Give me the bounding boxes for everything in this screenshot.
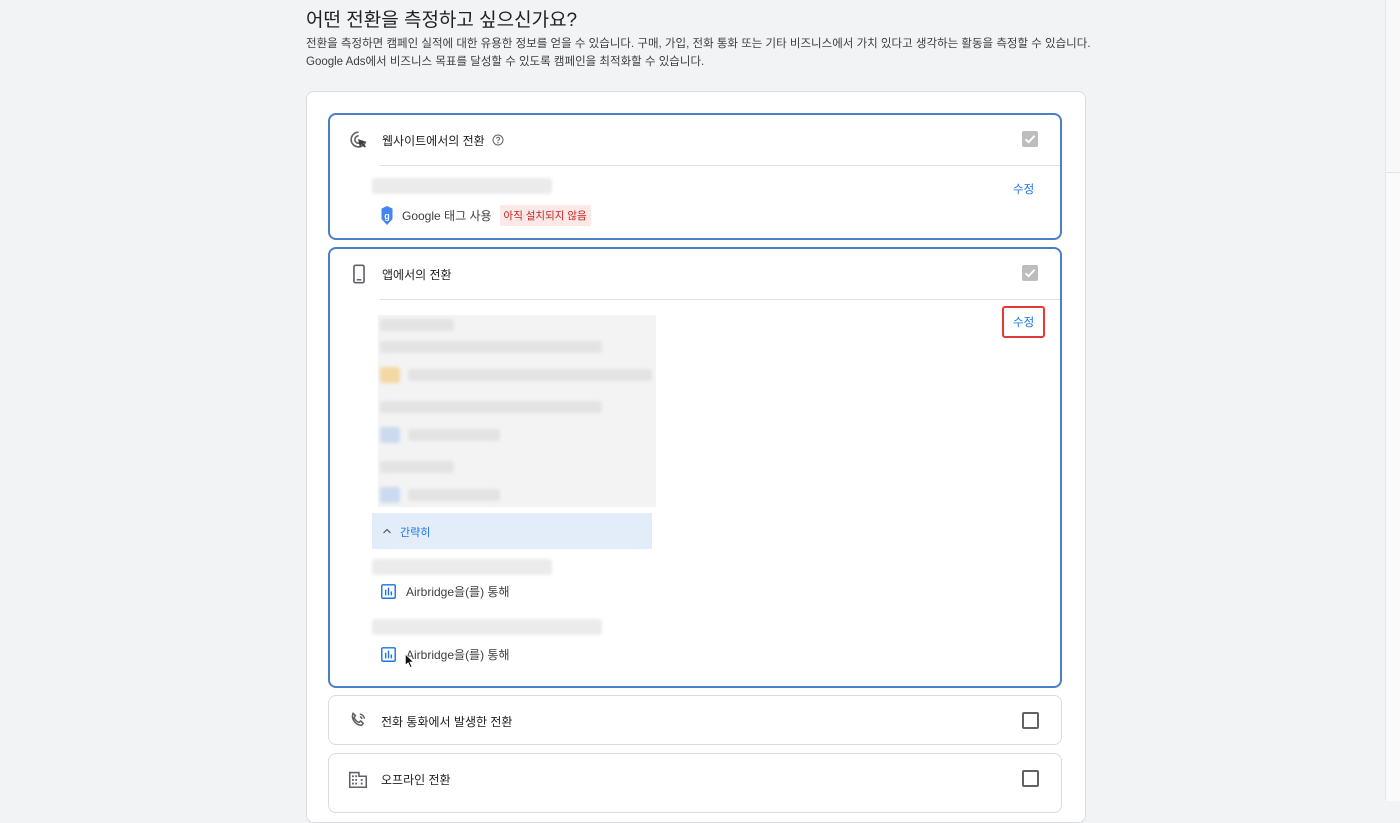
checkbox-website[interactable]	[1022, 131, 1038, 147]
redacted-icon	[380, 367, 400, 383]
integration-label: Airbridge을(를) 통해	[406, 648, 510, 662]
redacted-text	[380, 319, 454, 331]
redacted-text	[380, 401, 602, 413]
option-card-phone[interactable]: 전화 통화에서 발생한 전환	[328, 695, 1062, 745]
building-icon	[348, 771, 368, 789]
chevron-up-icon	[383, 528, 391, 534]
phone-call-icon	[351, 712, 366, 727]
checkbox-offline[interactable]	[1022, 770, 1039, 787]
card-header[interactable]: 앱에서의 전환	[330, 249, 1060, 299]
edit-button[interactable]: 수정	[1002, 306, 1046, 338]
integration-row: Airbridge을(를) 통해	[380, 646, 510, 663]
help-icon[interactable]	[492, 134, 504, 146]
divider	[380, 165, 1060, 166]
option-title: 오프라인 전환	[381, 773, 451, 787]
collapse-button[interactable]: 간략히	[372, 513, 652, 549]
status-badge: 아직 설치되지 않음	[499, 204, 591, 226]
svg-text:g: g	[384, 211, 390, 221]
redacted-text	[380, 341, 602, 353]
card-header[interactable]: 오프라인 전환	[329, 754, 1061, 804]
collapse-label: 간략히	[400, 527, 431, 539]
cursor-click-icon	[350, 131, 367, 148]
redacted-text	[408, 489, 500, 501]
option-card-app[interactable]: 앱에서의 전환 수정 간략히 Airbridge을(를) 통해 Airbridg…	[328, 247, 1062, 688]
redacted-icon	[380, 487, 400, 503]
mouse-pointer-icon	[404, 653, 415, 669]
card-header[interactable]: 전화 통화에서 발생한 전환	[329, 696, 1061, 746]
page-title: 어떤 전환을 측정하고 싶으신가요?	[306, 10, 578, 31]
divider	[380, 299, 1060, 300]
google-tag-status-row: g Google 태그 사용 아직 설치되지 않음	[380, 204, 591, 226]
page-description: 전환을 측정하면 캠페인 실적에 대한 유용한 정보를 얻을 수 있습니다. 구…	[306, 38, 1091, 68]
option-title: 전화 통화에서 발생한 전환	[381, 715, 513, 729]
redacted-website-url	[372, 178, 552, 194]
analytics-chart-icon	[381, 584, 396, 599]
analytics-chart-icon	[381, 647, 396, 662]
smartphone-icon	[353, 264, 365, 284]
integration-label: Airbridge을(를) 통해	[406, 585, 510, 599]
scrollbar[interactable]	[1385, 0, 1400, 801]
redacted-text	[380, 461, 454, 473]
redacted-icon	[380, 427, 400, 443]
card-header[interactable]: 웹사이트에서의 전환	[330, 115, 1060, 165]
redacted-text	[408, 429, 500, 441]
integration-row: Airbridge을(를) 통해	[380, 583, 510, 600]
option-card-website[interactable]: 웹사이트에서의 전환 수정 g Google 태그 사용 아직 설치되지 않음	[328, 113, 1062, 240]
scrollbar-track[interactable]	[1386, 172, 1400, 801]
google-tag-icon: g	[381, 205, 393, 225]
redacted-text	[372, 559, 552, 575]
redacted-text	[372, 619, 602, 635]
checkbox-phone[interactable]	[1022, 712, 1039, 729]
check-icon	[1024, 135, 1036, 144]
check-icon	[1024, 269, 1036, 278]
redacted-app-details	[378, 315, 656, 507]
option-title: 웹사이트에서의 전환	[382, 134, 485, 148]
option-title: 앱에서의 전환	[382, 268, 452, 282]
edit-button[interactable]: 수정	[1013, 181, 1034, 197]
checkbox-app[interactable]	[1022, 265, 1038, 281]
redacted-text	[408, 369, 652, 381]
option-card-offline[interactable]: 오프라인 전환	[328, 753, 1062, 813]
google-tag-label: Google 태그 사용	[402, 208, 492, 223]
